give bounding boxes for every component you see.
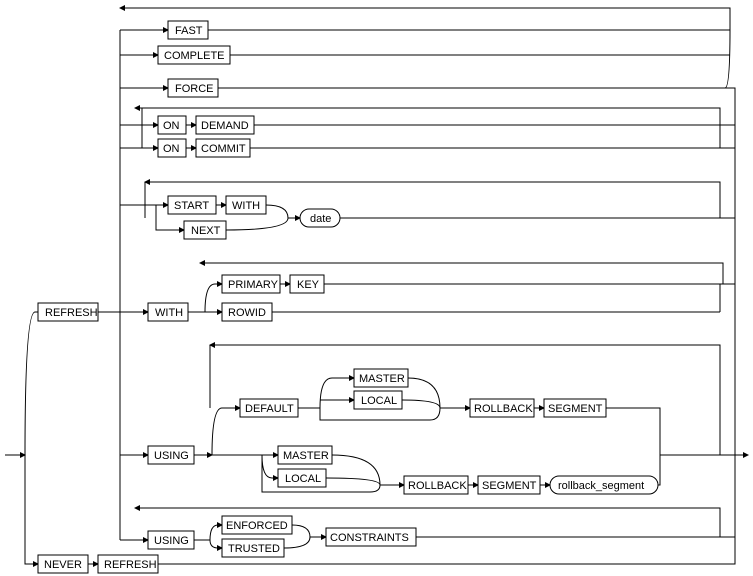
svg-text:FAST: FAST: [175, 25, 203, 37]
svg-text:COMMIT: COMMIT: [201, 143, 246, 155]
svg-text:LOCAL: LOCAL: [361, 395, 397, 407]
svg-text:ROWID: ROWID: [228, 307, 266, 319]
svg-text:USING: USING: [154, 450, 189, 462]
svg-text:date: date: [310, 213, 331, 225]
svg-text:SEGMENT: SEGMENT: [482, 480, 537, 492]
svg-text:REFRESH: REFRESH: [104, 559, 157, 571]
svg-text:START: START: [174, 200, 209, 212]
svg-text:ROLLBACK: ROLLBACK: [474, 403, 533, 415]
svg-text:PRIMARY: PRIMARY: [228, 279, 279, 291]
svg-text:MASTER: MASTER: [359, 373, 405, 385]
svg-text:TRUSTED: TRUSTED: [228, 543, 280, 555]
svg-text:ROLLBACK: ROLLBACK: [408, 480, 467, 492]
svg-text:ENFORCED: ENFORCED: [226, 520, 288, 532]
svg-text:NEXT: NEXT: [191, 225, 221, 237]
svg-text:WITH: WITH: [155, 307, 183, 319]
svg-text:NEVER: NEVER: [44, 559, 82, 571]
svg-text:SEGMENT: SEGMENT: [548, 403, 603, 415]
svg-text:KEY: KEY: [297, 279, 320, 291]
svg-text:CONSTRAINTS: CONSTRAINTS: [330, 532, 409, 544]
svg-text:FORCE: FORCE: [175, 83, 214, 95]
svg-text:WITH: WITH: [232, 200, 260, 212]
svg-text:LOCAL: LOCAL: [285, 473, 321, 485]
svg-text:ON: ON: [163, 143, 180, 155]
svg-text:MASTER: MASTER: [283, 450, 329, 462]
svg-text:COMPLETE: COMPLETE: [164, 50, 225, 62]
svg-text:DEMAND: DEMAND: [201, 120, 249, 132]
syntax-diagram: REFRESH FAST COMPLETE FORCE ON DEMAND ON…: [0, 0, 753, 576]
svg-text:USING: USING: [154, 535, 189, 547]
svg-text:ON: ON: [163, 120, 180, 132]
refresh-label: REFRESH: [45, 307, 98, 319]
svg-text:rollback_segment: rollback_segment: [558, 480, 644, 492]
svg-text:DEFAULT: DEFAULT: [245, 403, 294, 415]
